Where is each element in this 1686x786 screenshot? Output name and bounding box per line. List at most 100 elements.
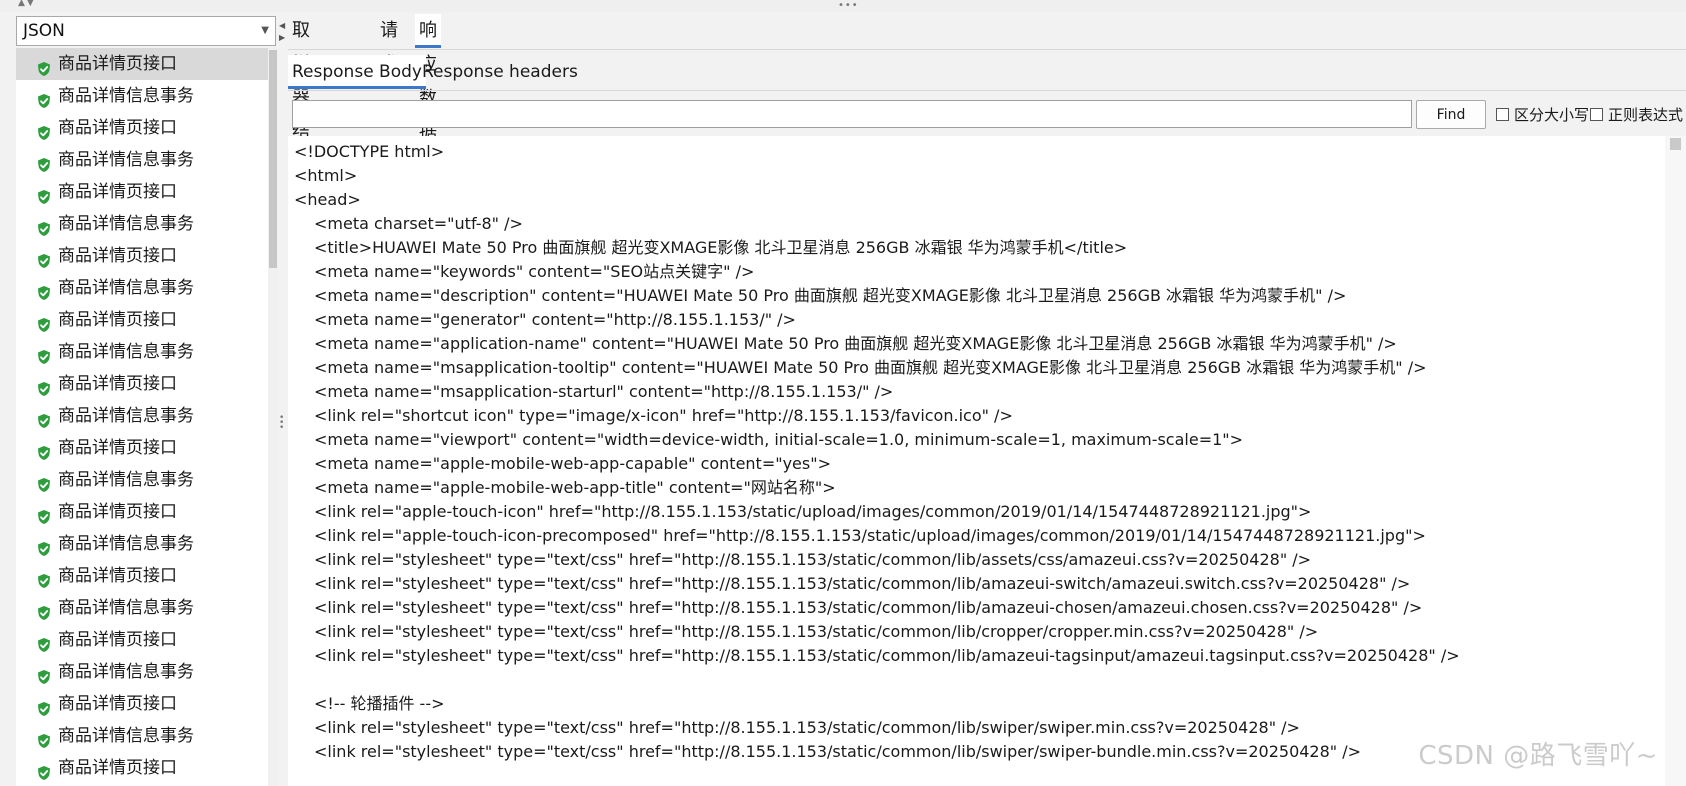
check-shield-icon bbox=[36, 248, 52, 268]
splitter-grip-icon[interactable]: • • • bbox=[279, 414, 284, 433]
tree-item-label: 商品详情页接口 bbox=[58, 310, 177, 330]
code-line: <meta charset="utf-8" /> bbox=[314, 214, 523, 233]
subtabs-divider bbox=[288, 90, 1686, 91]
vertical-splitter[interactable]: ◀ ▶ • • • bbox=[278, 12, 288, 786]
results-tree: 商品详情页接口 商品详情信息事务 商品详情页接口 商品详情信息事务 商品详情页接口 商品详… bbox=[16, 48, 268, 786]
tree-scrollbar-thumb[interactable] bbox=[269, 50, 277, 268]
find-button[interactable]: Find bbox=[1416, 100, 1486, 129]
tree-item-label: 商品详情页接口 bbox=[58, 246, 177, 266]
case-sensitive-checkbox-box[interactable] bbox=[1496, 108, 1509, 121]
code-line: <link rel="stylesheet" type="text/css" h… bbox=[314, 622, 1319, 641]
tree-item-label: 商品详情页接口 bbox=[58, 758, 177, 778]
check-shield-icon bbox=[36, 632, 52, 652]
tree-item[interactable]: 商品详情信息事务 bbox=[16, 720, 268, 752]
chevron-down-icon[interactable]: ▼ bbox=[261, 17, 269, 45]
results-tree-panel: JSON ▼ 商品详情页接口 商品详情信息事务 商品详情页接口 商品详情信息事务 商品详… bbox=[0, 12, 278, 786]
tree-scrollbar[interactable] bbox=[268, 48, 278, 786]
check-shield-icon bbox=[36, 728, 52, 748]
tree-item[interactable]: 商品详情页接口 bbox=[16, 240, 268, 272]
tree-item[interactable]: 商品详情页接口 bbox=[16, 496, 268, 528]
check-shield-icon bbox=[36, 504, 52, 524]
check-shield-icon bbox=[36, 760, 52, 780]
tree-item-label: 商品详情页接口 bbox=[58, 182, 177, 202]
collapse-triangles-icon[interactable]: ◀ ▶ bbox=[279, 20, 285, 44]
tree-item[interactable]: 商品详情信息事务 bbox=[16, 528, 268, 560]
tree-item[interactable]: 商品详情信息事务 bbox=[16, 464, 268, 496]
tree-item[interactable]: 商品详情页接口 bbox=[16, 112, 268, 144]
tab-sampler-result[interactable]: 取样器结果 bbox=[288, 14, 314, 177]
code-line: <link rel="apple-touch-icon" href="http:… bbox=[314, 502, 1312, 521]
tree-item-label: 商品详情页接口 bbox=[58, 502, 177, 522]
search-input[interactable] bbox=[292, 100, 1412, 128]
tree-item-label: 商品详情页接口 bbox=[58, 374, 177, 394]
code-line: <link rel="stylesheet" type="text/css" h… bbox=[314, 574, 1411, 593]
tree-item[interactable]: 商品详情页接口 bbox=[16, 624, 268, 656]
tab-request[interactable]: 请求 bbox=[376, 14, 402, 75]
tree-item-label: 商品详情信息事务 bbox=[58, 598, 194, 618]
tree-item-label: 商品详情页接口 bbox=[58, 630, 177, 650]
case-sensitive-label: 区分大小写 bbox=[1514, 106, 1590, 124]
tree-item[interactable]: 商品详情信息事务 bbox=[16, 592, 268, 624]
tree-item-label: 商品详情信息事务 bbox=[58, 342, 194, 362]
check-shield-icon bbox=[36, 56, 52, 76]
tab-response-headers[interactable]: Response headers bbox=[418, 55, 582, 89]
body-scrollbar-thumb[interactable] bbox=[1670, 138, 1681, 150]
check-shield-icon bbox=[36, 344, 52, 364]
tree-item[interactable]: 商品详情信息事务 bbox=[16, 144, 268, 176]
check-shield-icon bbox=[36, 216, 52, 236]
code-line: <link rel="shortcut icon" type="image/x-… bbox=[314, 406, 1013, 425]
tree-item-label: 商品详情页接口 bbox=[58, 438, 177, 458]
code-line: <meta name="description" content="HUAWEI… bbox=[314, 286, 1347, 305]
regex-checkbox-box[interactable] bbox=[1590, 108, 1603, 121]
check-shield-icon bbox=[36, 600, 52, 620]
tree-item-label: 商品详情信息事务 bbox=[58, 726, 194, 746]
tree-item[interactable]: 商品详情页接口 bbox=[16, 752, 268, 784]
check-shield-icon bbox=[36, 696, 52, 716]
check-shield-icon bbox=[36, 440, 52, 460]
tree-item[interactable]: 商品详情页接口 bbox=[16, 304, 268, 336]
watermark: CSDN @路飞雪吖~ bbox=[1418, 741, 1658, 771]
check-shield-icon bbox=[36, 664, 52, 684]
split-grip-icon[interactable]: ••• bbox=[838, 0, 859, 11]
renderer-select-value: JSON bbox=[23, 21, 65, 41]
tree-item[interactable]: 商品详情信息事务 bbox=[16, 80, 268, 112]
code-line: <!DOCTYPE html> bbox=[294, 142, 445, 161]
code-line: <!-- 轮播插件 --> bbox=[314, 694, 445, 713]
code-line: <meta name="msapplication-starturl" cont… bbox=[314, 382, 894, 401]
check-shield-icon bbox=[36, 184, 52, 204]
tree-item[interactable]: 商品详情信息事务 bbox=[16, 272, 268, 304]
tree-item-label: 商品详情信息事务 bbox=[58, 470, 194, 490]
code-line: <title>HUAWEI Mate 50 Pro 曲面旗舰 超光变XMAGE影… bbox=[314, 238, 1128, 257]
check-shield-icon bbox=[36, 280, 52, 300]
tree-item[interactable]: 商品详情页接口 bbox=[16, 560, 268, 592]
tree-item[interactable]: 商品详情信息事务 bbox=[16, 208, 268, 240]
tree-item-label: 商品详情信息事务 bbox=[58, 214, 194, 234]
tree-item-label: 商品详情页接口 bbox=[58, 54, 177, 74]
tree-item[interactable]: 商品详情页接口 bbox=[16, 688, 268, 720]
tree-item[interactable]: 商品详情页接口 bbox=[16, 48, 268, 80]
collapse-arrows-icon[interactable]: ▲▼ bbox=[18, 0, 36, 8]
tree-item[interactable]: 商品详情页接口 bbox=[16, 368, 268, 400]
tab-response-data[interactable]: 响应数据 bbox=[415, 14, 441, 143]
code-line: <meta name="application-name" content="H… bbox=[314, 334, 1397, 353]
check-shield-icon bbox=[36, 152, 52, 172]
code-line: <link rel="stylesheet" type="text/css" h… bbox=[314, 550, 1312, 569]
regex-checkbox[interactable]: 正则表达式 bbox=[1590, 106, 1683, 124]
tab-response-body[interactable]: Response Body bbox=[288, 55, 426, 89]
tree-item[interactable]: 商品详情信息事务 bbox=[16, 336, 268, 368]
tree-item-label: 商品详情信息事务 bbox=[58, 406, 194, 426]
tree-item[interactable]: 商品详情页接口 bbox=[16, 176, 268, 208]
tree-item[interactable]: 商品详情页接口 bbox=[16, 432, 268, 464]
response-body-text[interactable]: <!DOCTYPE html> <html> <head> <meta charset… bbox=[294, 140, 1660, 786]
tree-item[interactable]: 商品详情信息事务 bbox=[16, 656, 268, 688]
renderer-select[interactable]: JSON ▼ bbox=[16, 16, 276, 46]
tree-item-label: 商品详情页接口 bbox=[58, 118, 177, 138]
body-scrollbar[interactable] bbox=[1665, 136, 1686, 786]
response-body-area[interactable]: <!DOCTYPE html> <html> <head> <meta charset… bbox=[288, 136, 1686, 786]
code-line: <meta name="keywords" content="SEO站点关键字"… bbox=[314, 262, 755, 281]
tree-item[interactable]: 商品详情信息事务 bbox=[16, 400, 268, 432]
check-shield-icon bbox=[36, 536, 52, 556]
result-detail-panel: 取样器结果 请求 响应数据 Response Body Response hea… bbox=[288, 12, 1686, 786]
case-sensitive-checkbox[interactable]: 区分大小写 bbox=[1496, 106, 1589, 124]
